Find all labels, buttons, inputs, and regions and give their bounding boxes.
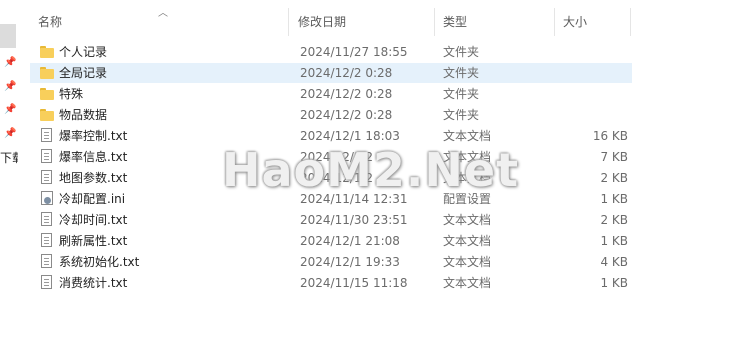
file-size: 4 KB <box>600 255 628 269</box>
nav-item-downloads-label[interactable]: 下载 <box>0 149 18 165</box>
pin-icon[interactable]: 📌 <box>4 57 16 69</box>
file-type: 文本文档 <box>443 276 492 290</box>
file-type: 文本文档 <box>443 234 492 248</box>
file-type: 文本文档 <box>443 129 492 143</box>
file-row[interactable]: 冷却配置.ini 2024/11/14 12:31 配置设置 1 KB <box>30 189 632 209</box>
file-name: 系统初始化.txt <box>59 255 140 269</box>
file-modified-date: 2024/11/30 23:51 <box>300 213 408 227</box>
text-file-icon <box>40 254 54 270</box>
folder-icon <box>40 86 54 102</box>
column-divider[interactable] <box>288 8 289 36</box>
text-file-icon <box>40 128 54 144</box>
column-header-name[interactable]: 名称 <box>38 13 62 31</box>
column-divider[interactable] <box>630 8 631 36</box>
file-row[interactable]: 个人记录 2024/11/27 18:55 文件夹 <box>30 42 632 62</box>
file-row[interactable]: 爆率信息.txt 2024/12/1 2 文本文档 7 KB <box>30 147 632 167</box>
file-type: 配置设置 <box>443 192 492 206</box>
file-name: 全局记录 <box>59 66 108 80</box>
column-header-row: ︿ 名称 修改日期 类型 大小 <box>30 8 631 36</box>
file-type: 文件夹 <box>443 66 480 80</box>
file-row[interactable]: 爆率控制.txt 2024/12/1 18:03 文本文档 16 KB <box>30 126 632 146</box>
column-divider[interactable] <box>554 8 555 36</box>
column-header-type[interactable]: 类型 <box>443 13 467 31</box>
file-modified-date: 2024/11/14 12:31 <box>300 192 408 206</box>
pin-icon[interactable]: 📌 <box>4 128 16 140</box>
file-name: 地图参数.txt <box>59 171 128 185</box>
file-modified-date: 2024/12/1 2 <box>300 150 373 164</box>
file-row[interactable]: 消费统计.txt 2024/11/15 11:18 文本文档 1 KB <box>30 273 632 293</box>
file-modified-date: 2024/11/27 18:55 <box>300 45 408 59</box>
column-divider[interactable] <box>434 8 435 36</box>
file-type: 文本文档 <box>443 150 492 164</box>
pin-icon[interactable]: 📌 <box>4 104 16 116</box>
file-modified-date: 2024/12/1 2 <box>300 171 373 185</box>
file-row[interactable]: 全局记录 2024/12/2 0:28 文件夹 <box>30 63 632 83</box>
file-type: 文本文档 <box>443 255 492 269</box>
file-name: 特殊 <box>59 87 84 101</box>
folder-icon <box>40 107 54 123</box>
text-file-icon <box>40 149 54 165</box>
file-row[interactable]: 冷却时间.txt 2024/11/30 23:51 文本文档 2 KB <box>30 210 632 230</box>
file-row[interactable]: 刷新属性.txt 2024/12/1 21:08 文本文档 1 KB <box>30 231 632 251</box>
file-name: 冷却时间.txt <box>59 213 128 227</box>
file-modified-date: 2024/12/2 0:28 <box>300 87 393 101</box>
pin-icon[interactable]: 📌 <box>4 81 16 93</box>
file-modified-date: 2024/12/1 21:08 <box>300 234 400 248</box>
file-modified-date: 2024/11/15 11:18 <box>300 276 408 290</box>
file-name: 物品数据 <box>59 108 108 122</box>
text-file-icon <box>40 170 54 186</box>
file-modified-date: 2024/12/2 0:28 <box>300 66 393 80</box>
file-modified-date: 2024/12/2 0:28 <box>300 108 393 122</box>
nav-selected-item[interactable] <box>0 24 16 48</box>
navigation-pane: 📌 📌 📌 📌 下载 <box>0 0 18 337</box>
file-name: 爆率控制.txt <box>59 129 128 143</box>
file-size: 2 KB <box>600 171 628 185</box>
file-size: 7 KB <box>600 150 628 164</box>
file-name: 刷新属性.txt <box>59 234 128 248</box>
file-type: 文件夹 <box>443 108 480 122</box>
chevron-up-icon: ︿ <box>158 8 168 19</box>
config-file-icon <box>40 191 54 207</box>
file-name: 消费统计.txt <box>59 276 128 290</box>
file-size: 2 KB <box>600 213 628 227</box>
file-type: 文本文档 <box>443 171 492 185</box>
text-file-icon <box>40 233 54 249</box>
file-type: 文件夹 <box>443 45 480 59</box>
text-file-icon <box>40 212 54 228</box>
file-name: 爆率信息.txt <box>59 150 128 164</box>
file-type: 文件夹 <box>443 87 480 101</box>
file-size: 1 KB <box>600 276 628 290</box>
file-row[interactable]: 系统初始化.txt 2024/12/1 19:33 文本文档 4 KB <box>30 252 632 272</box>
file-name: 个人记录 <box>59 45 108 59</box>
file-modified-date: 2024/12/1 18:03 <box>300 129 400 143</box>
column-header-size[interactable]: 大小 <box>563 13 587 31</box>
text-file-icon <box>40 275 54 291</box>
file-size: 16 KB <box>592 129 628 143</box>
file-row[interactable]: 物品数据 2024/12/2 0:28 文件夹 <box>30 105 632 125</box>
file-size: 1 KB <box>600 192 628 206</box>
file-type: 文本文档 <box>443 213 492 227</box>
file-size: 1 KB <box>600 234 628 248</box>
folder-icon <box>40 44 54 60</box>
folder-icon <box>40 65 54 81</box>
file-name: 冷却配置.ini <box>59 192 126 206</box>
file-modified-date: 2024/12/1 19:33 <box>300 255 400 269</box>
file-row[interactable]: 地图参数.txt 2024/12/1 2 文本文档 2 KB <box>30 168 632 188</box>
column-header-date[interactable]: 修改日期 <box>298 13 346 31</box>
file-row[interactable]: 特殊 2024/12/2 0:28 文件夹 <box>30 84 632 104</box>
